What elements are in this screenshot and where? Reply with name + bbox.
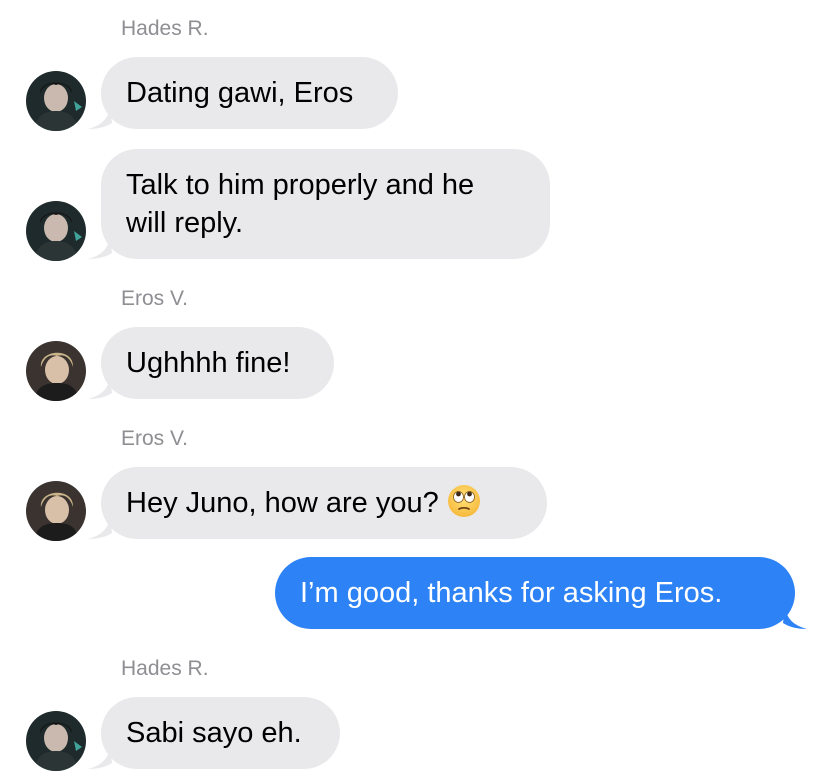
avatar-hades[interactable] [26, 711, 86, 771]
message-text: Hey Juno, how are you? [126, 487, 439, 519]
avatar-eros[interactable] [26, 481, 86, 541]
bubble-tail [88, 517, 112, 539]
avatar-hades[interactable] [26, 201, 86, 261]
avatar-eros[interactable] [26, 341, 86, 401]
avatar-photo-icon [26, 341, 86, 401]
sender-name-hades: Hades R. [121, 657, 209, 680]
bubble-tail [88, 377, 112, 399]
message-text: Sabi sayo eh. [126, 717, 302, 749]
message-text: I’m good, thanks for asking Eros. [300, 577, 723, 609]
message-text: Dating gawi, Eros [126, 77, 354, 109]
avatar-photo-icon [26, 711, 86, 771]
message-bubble-incoming[interactable]: Sabi sayo eh. [101, 697, 340, 769]
message-bubble-outgoing[interactable]: I’m good, thanks for asking Eros. [275, 557, 795, 629]
sender-name-eros: Eros V. [121, 427, 188, 450]
message-bubble-incoming[interactable]: Ughhhh fine! [101, 327, 334, 399]
rolling-eyes-emoji-icon [447, 484, 481, 528]
message-bubble-incoming[interactable]: Hey Juno, how are you? [101, 467, 547, 539]
message-bubble-incoming[interactable]: Dating gawi, Eros [101, 57, 398, 129]
avatar-photo-icon [26, 71, 86, 131]
bubble-tail [88, 107, 112, 129]
message-text-line: Talk to him properly and he [126, 169, 475, 201]
message-bubble-incoming[interactable]: Talk to him properly and he will reply. [101, 149, 550, 259]
avatar-hades[interactable] [26, 71, 86, 131]
message-text: Ughhhh fine! [126, 347, 291, 379]
sender-name-eros: Eros V. [121, 287, 188, 310]
sender-name-hades: Hades R. [121, 17, 209, 40]
avatar-photo-icon [26, 481, 86, 541]
bubble-tail [88, 747, 112, 769]
bubble-tail [88, 237, 112, 259]
message-text-line: will reply. [126, 207, 244, 239]
avatar-photo-icon [26, 201, 86, 261]
bubble-tail [783, 607, 807, 629]
